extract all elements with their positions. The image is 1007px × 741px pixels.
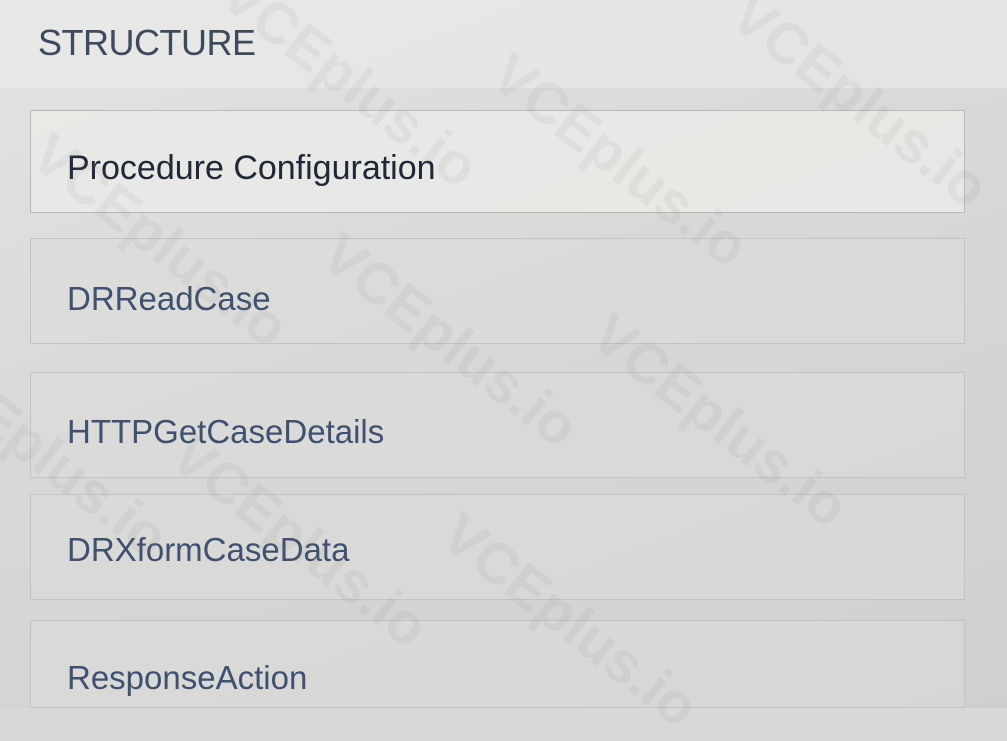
structure-item-label: DRReadCase [67,280,271,317]
structure-item-procedure-configuration[interactable]: Procedure Configuration [30,110,965,213]
structure-item-label: DRXformCaseData [67,531,350,568]
structure-list: Procedure Configuration DRReadCase HTTPG… [30,110,965,708]
structure-item-httpgetcasedetails[interactable]: HTTPGetCaseDetails [30,372,965,478]
structure-item-label: ResponseAction [67,659,308,696]
structure-item-responseaction[interactable]: ResponseAction [30,620,965,708]
structure-item-label: HTTPGetCaseDetails [67,413,385,450]
structure-item-label: Procedure Configuration [67,149,436,187]
structure-header: STRUCTURE [0,0,1007,88]
structure-title: STRUCTURE [38,22,256,63]
structure-panel: STRUCTURE Procedure Configuration DRRead… [0,0,1007,740]
structure-item-drreadcase[interactable]: DRReadCase [30,238,965,344]
structure-item-drxformcasedata[interactable]: DRXformCaseData [30,494,965,600]
